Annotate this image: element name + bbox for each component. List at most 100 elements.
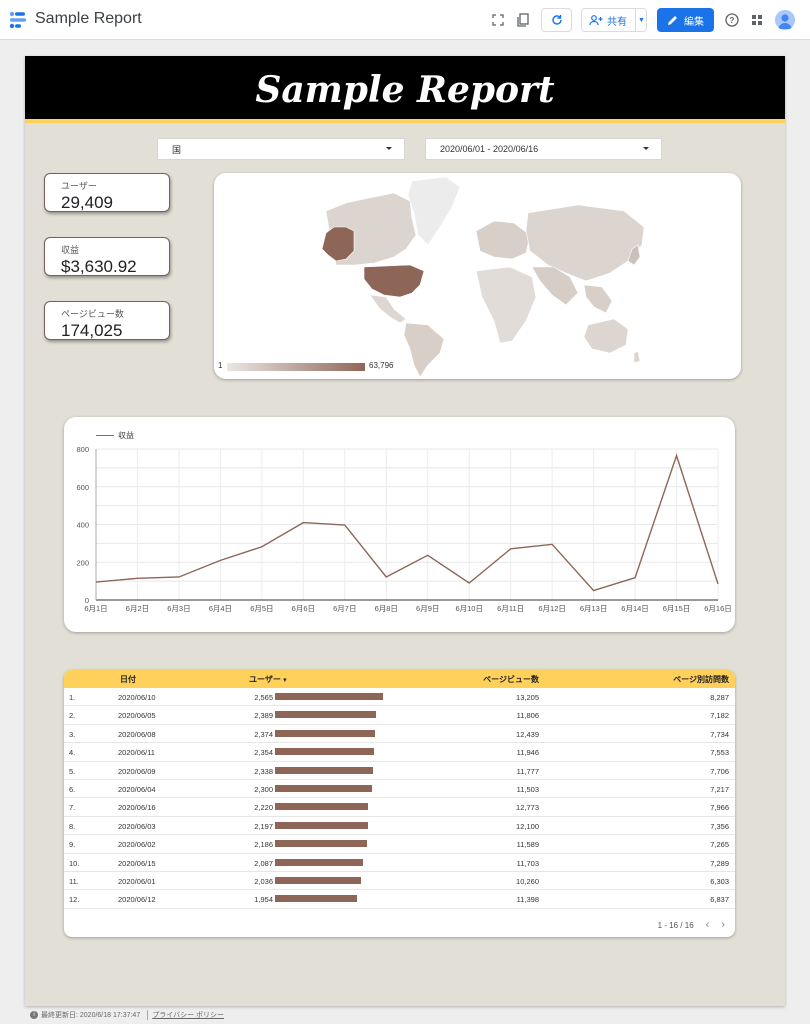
cell-unique-pageviews: 7,734 [710,729,729,739]
cell-users: 2,389 [254,711,273,721]
cell-users: 2,374 [254,729,273,739]
scorecard-revenue: 収益 $3,630.92 [44,237,170,276]
date-range-label: 2020/06/01 - 2020/06/16 [440,144,539,154]
cell-users: 2,354 [254,748,273,758]
x-tick-label: 6月9日 [416,604,439,613]
cell-date: 2020/06/12 [118,895,156,905]
cell-unique-pageviews: 7,553 [710,748,729,758]
table-row[interactable]: 4. 2020/06/11 2,354 11,946 7,553 [64,743,735,762]
table-row[interactable]: 2. 2020/06/05 2,389 11,806 7,182 [64,706,735,725]
chevron-left-icon[interactable]: ‹ [706,919,710,931]
share-dropdown-icon[interactable]: ▼ [636,9,647,31]
map-legend-min: 1 [218,361,223,370]
x-tick-label: 6月6日 [292,604,315,613]
edit-label: 編集 [684,16,704,28]
privacy-policy-link[interactable]: プライバシー ポリシー [147,1010,224,1020]
users-bar [275,766,374,774]
x-tick-label: 6月15日 [663,604,691,613]
table-row[interactable]: 7. 2020/06/16 2,220 12,773 7,966 [64,798,735,817]
map-legend-max: 63,796 [369,361,394,370]
table-row[interactable]: 3. 2020/06/08 2,374 12,439 7,734 [64,725,735,744]
caret-down-icon [643,147,649,150]
date-range-control[interactable]: 2020/06/01 - 2020/06/16 [425,138,662,160]
cell-date: 2020/06/08 [118,729,156,739]
table-row[interactable]: 9. 2020/06/02 2,186 11,589 7,265 [64,835,735,854]
map-region-alaska [321,226,355,262]
fullscreen-icon[interactable] [488,10,508,30]
series-line-revenue [95,453,719,592]
table-row[interactable]: 5. 2020/06/09 2,338 11,777 7,706 [64,762,735,780]
table-row[interactable]: 1. 2020/06/10 2,565 13,205 8,287 [64,688,735,707]
refresh-icon [551,15,562,25]
map-region-africa [475,266,537,344]
x-tick-label: 6月10日 [455,604,483,613]
column-header-unique-pageviews[interactable]: ページ別訪問数 [673,674,729,685]
scorecard-value: 29,409 [61,193,113,212]
row-index: 5. [69,766,76,776]
map-region-new-zealand [633,350,641,364]
avatar[interactable] [775,10,795,30]
cell-date: 2020/06/15 [118,858,156,868]
cell-pageviews: 11,398 [516,895,539,905]
report-header: Sample Report [25,56,785,123]
column-header-date[interactable]: 日付 [120,674,136,685]
copy-icon[interactable] [513,10,533,30]
map-region-australia [583,318,629,354]
cell-date: 2020/06/10 [118,693,156,702]
table-row[interactable]: 10. 2020/06/15 2,087 11,703 7,289 [64,854,735,872]
revenue-line-chart[interactable]: 02004006008006月1日 6月2日 6月3日 6月4日 6月5日 6月6日 6月7… [64,417,735,632]
share-label: 共有 [607,16,627,28]
y-tick-label: 200 [76,558,89,567]
users-bar [275,784,372,792]
apps-grid-icon[interactable] [747,10,767,30]
cell-date: 2020/06/02 [118,840,156,850]
map-region-usa [363,264,425,298]
map-region-southeast-asia [583,284,613,314]
x-tick-label: 6月11日 [497,604,524,613]
map-region-europe [475,220,531,260]
x-tick-label: 6月4日 [209,604,232,613]
country-filter-control[interactable]: 国 [157,138,405,160]
cell-unique-pageviews: 7,217 [710,784,729,794]
cell-pageviews: 11,503 [516,784,539,794]
scorecard-label: ユーザー [61,181,97,191]
table-row[interactable]: 8. 2020/06/03 2,197 12,100 7,356 [64,817,735,836]
sort-desc-icon: ▾ [283,677,287,684]
share-main[interactable]: 共有 [582,9,635,31]
table-row[interactable]: 12. 2020/06/12 1,954 11,398 6,837 [64,890,735,909]
cell-users: 2,036 [254,876,273,886]
cell-pageviews: 12,439 [516,729,539,739]
cell-unique-pageviews: 7,706 [710,766,729,776]
table-pagination: 1 - 16 / 16 ‹ › [658,919,725,931]
table-row[interactable]: 6. 2020/06/04 2,300 11,503 7,217 [64,780,735,799]
scorecard-label: 収益 [61,245,80,255]
data-studio-logo[interactable] [9,11,27,29]
add-person-icon [589,14,603,25]
cell-users: 2,220 [254,803,273,813]
cell-unique-pageviews: 7,265 [710,840,729,850]
chevron-right-icon[interactable]: › [721,919,725,931]
edit-button[interactable]: 編集 [657,8,714,32]
scorecard-pageviews: ページビュー数 174,025 [44,301,170,340]
users-bar [275,748,375,756]
column-header-users-label: ユーザー [249,675,281,684]
cell-pageviews: 11,777 [516,766,539,776]
x-tick-label: 6月13日 [580,604,608,613]
table-row[interactable]: 11. 2020/06/01 2,036 10,260 6,303 [64,872,735,891]
help-icon[interactable]: ? [722,10,742,30]
x-tick-label: 6月1日 [84,604,107,613]
cell-date: 2020/06/04 [118,784,156,794]
table-body: 1. 2020/06/10 2,565 13,205 8,287 2. 2020/06/05… [64,688,735,913]
table-row[interactable]: 13.2020/06/071,7618,1905,035 [64,909,735,913]
refresh-button[interactable] [541,8,572,32]
country-filter-label: 国 [172,144,182,155]
column-header-users[interactable]: ユーザー ▾ [249,674,287,685]
x-tick-label: 6月16日 [704,604,732,613]
row-index: 4. [69,748,76,758]
cell-users: 2,565 [254,693,273,702]
cell-pageviews: 12,773 [516,803,539,813]
share-button[interactable]: 共有 ▼ [581,8,647,32]
column-header-pageviews[interactable]: ページビュー数 [483,674,539,685]
x-tick-label: 6月7日 [333,604,356,613]
world-map[interactable] [214,173,741,379]
